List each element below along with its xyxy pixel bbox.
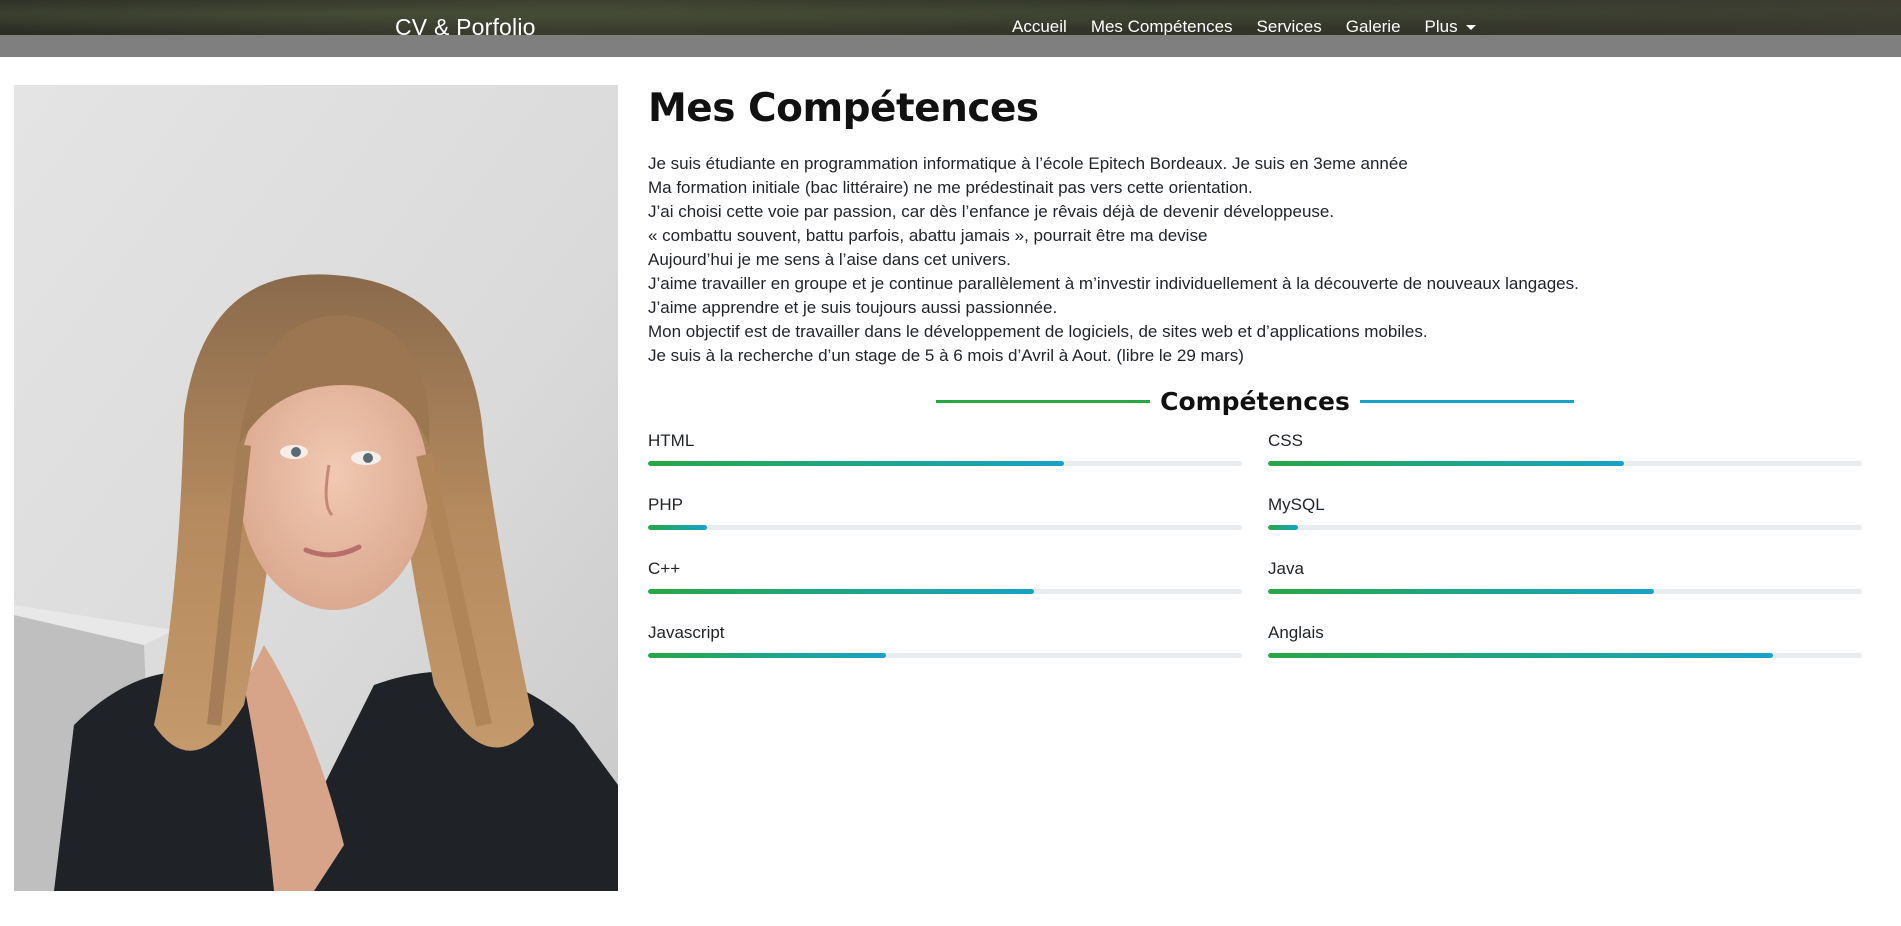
skill-progress-bar — [1268, 461, 1862, 466]
caret-down-icon — [1465, 25, 1476, 31]
skill-name: Anglais — [1268, 623, 1324, 642]
profile-photo — [14, 85, 618, 891]
navbar-divider-strip — [0, 35, 1901, 57]
page-title: Mes Compétences — [648, 86, 1039, 131]
skill-progress-fill — [1268, 461, 1625, 466]
skill-item: PHP — [648, 494, 1242, 558]
skill-progress-fill — [1268, 589, 1655, 594]
skill-name: PHP — [648, 495, 683, 514]
intro-line: Je suis étudiante en programmation infor… — [648, 154, 1408, 173]
skills-title: Compétences — [1160, 386, 1350, 416]
nav-dropdown-label: Plus — [1424, 17, 1458, 36]
skill-item: HTML — [648, 430, 1242, 494]
skill-progress-bar — [648, 589, 1242, 594]
skill-item: Java — [1268, 558, 1862, 622]
skill-progress-fill — [648, 589, 1035, 594]
skill-progress-bar — [1268, 589, 1862, 594]
skill-progress-bar — [1268, 653, 1862, 658]
skill-item: Anglais — [1268, 622, 1862, 686]
intro-line: Je suis à la recherche d’un stage de 5 à… — [648, 346, 1244, 365]
skills-heading: Compétences — [648, 384, 1862, 418]
intro-text: Je suis étudiante en programmation infor… — [648, 152, 1862, 368]
skill-progress-bar — [648, 461, 1242, 466]
skill-name: C++ — [648, 559, 681, 578]
skill-name: CSS — [1268, 431, 1303, 450]
skill-name: Java — [1268, 559, 1304, 578]
intro-line: J’ai choisi cette voie par passion, car … — [648, 202, 1335, 221]
skill-item: MySQL — [1268, 494, 1862, 558]
heading-divider-right — [1359, 399, 1574, 403]
intro-line: Ma formation initiale (bac littéraire) n… — [648, 178, 1253, 197]
skill-item: CSS — [1268, 430, 1862, 494]
intro-line: J’aime apprendre et je suis toujours aus… — [648, 298, 1058, 317]
skill-progress-bar — [648, 653, 1242, 658]
skill-progress-fill — [648, 525, 708, 530]
skill-name: Javascript — [648, 623, 725, 642]
skill-name: HTML — [648, 431, 695, 450]
skill-item: Javascript — [648, 622, 1242, 686]
skills-grid: HTML CSS PHP MySQL C++ Java Javascript A… — [648, 430, 1862, 686]
skill-progress-fill — [1268, 525, 1298, 530]
intro-line: Aujourd’hui je me sens à l’aise dans cet… — [648, 250, 1011, 269]
top-navbar: CV & Porfolio Accueil Mes Compétences Se… — [0, 0, 1901, 40]
skill-progress-bar — [648, 525, 1242, 530]
heading-divider-left — [936, 399, 1151, 403]
skill-progress-fill — [648, 653, 886, 658]
main-content: Mes Compétences Je suis étudiante en pro… — [648, 85, 1862, 686]
skill-item: C++ — [648, 558, 1242, 622]
skill-name: MySQL — [1268, 495, 1325, 514]
skill-progress-fill — [1268, 653, 1773, 658]
intro-line: J’aime travailler en groupe et je contin… — [648, 274, 1579, 293]
intro-line: « combattu souvent, battu parfois, abatt… — [648, 226, 1208, 245]
skill-progress-fill — [648, 461, 1064, 466]
skill-progress-bar — [1268, 525, 1862, 530]
intro-line: Mon objectif est de travailler dans le d… — [648, 322, 1428, 341]
